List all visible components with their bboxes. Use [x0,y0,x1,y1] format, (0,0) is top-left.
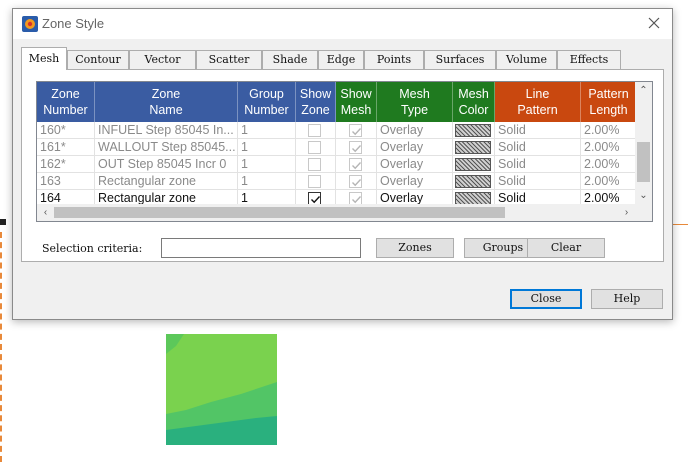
line-pattern-cell[interactable]: Solid [495,122,581,139]
table-row[interactable]: 162* OUT Step 85045 Incr 0 1 Overlay Solid 2.… [37,156,637,173]
pattern-length-cell[interactable]: 2.00% [581,139,637,156]
zone-grid: Zone Number Zone Name Group Number Show Zone… [36,81,653,222]
mesh-color-cell[interactable] [453,139,495,156]
group-number-cell[interactable]: 1 [238,122,296,139]
show-zone-checkbox[interactable] [308,124,321,137]
mesh-color-swatch[interactable] [455,124,491,137]
chevron-up-icon[interactable]: ⌃ [635,82,652,99]
tab-shade[interactable]: Shade [262,50,318,69]
mesh-color-cell[interactable] [453,122,495,139]
group-number-cell[interactable]: 1 [238,139,296,156]
mesh-color-swatch[interactable] [455,158,491,171]
show-mesh-cell[interactable] [336,139,377,156]
help-button[interactable]: Help [591,289,663,309]
pattern-length-cell[interactable]: 2.00% [581,156,637,173]
column-header-pattern-length[interactable]: Pattern Length [581,82,637,122]
column-header-mesh-color[interactable]: Mesh Color [453,82,495,122]
show-zone-checkbox[interactable] [308,158,321,171]
chevron-down-icon[interactable]: ⌄ [635,187,652,204]
zone-name-cell[interactable]: OUT Step 85045 Incr 0 [95,156,238,173]
show-mesh-checkbox[interactable] [349,124,362,137]
mesh-color-cell[interactable] [453,156,495,173]
tab-points[interactable]: Points [364,50,424,69]
group-number-cell[interactable]: 1 [238,173,296,190]
mesh-type-cell[interactable]: Overlay [377,139,453,156]
tab-vector[interactable]: Vector [129,50,196,69]
show-mesh-cell[interactable] [336,173,377,190]
mesh-color-swatch[interactable] [455,175,491,188]
title-bar: Zone Style [13,9,672,39]
zone-number-cell: 162* [37,156,95,173]
tab-contour[interactable]: Contour [67,50,129,69]
background-contour-plot [166,334,277,445]
table-row[interactable]: 163 Rectangular zone 1 Overlay Solid 2.00% [37,173,637,190]
show-zone-cell[interactable] [296,173,336,190]
mesh-type-cell[interactable]: Overlay [377,156,453,173]
background-marker [0,219,6,225]
mesh-color-swatch[interactable] [455,141,491,154]
zone-name-cell[interactable]: Rectangular zone [95,173,238,190]
close-button[interactable]: Close [510,289,582,309]
group-number-cell[interactable]: 1 [238,156,296,173]
tab-scatter[interactable]: Scatter [196,50,262,69]
column-header-line-pattern[interactable]: Line Pattern [495,82,581,122]
chevron-left-icon[interactable]: ‹ [37,204,54,221]
vertical-scrollbar[interactable]: ⌃ ⌄ [635,82,652,204]
show-zone-cell[interactable] [296,139,336,156]
show-zone-checkbox[interactable] [308,141,321,154]
mesh-tab-panel: Zone Number Zone Name Group Number Show Zone… [21,69,664,262]
table-row[interactable]: 160* INFUEL Step 85045 In... 1 Overlay Solid… [37,122,637,139]
line-pattern-cell[interactable]: Solid [495,156,581,173]
mesh-color-cell[interactable] [453,173,495,190]
show-mesh-checkbox[interactable] [349,141,362,154]
show-zone-checkbox[interactable] [308,175,321,188]
window-title: Zone Style [42,16,105,31]
show-mesh-checkbox[interactable] [349,175,362,188]
column-header-zone-number[interactable]: Zone Number [37,82,95,122]
zone-name-cell[interactable]: WALLOUT Step 85045... [95,139,238,156]
background-dashed-guide [0,232,2,462]
horizontal-scrollbar[interactable]: ‹ › [37,204,637,221]
horizontal-scroll-thumb[interactable] [54,207,505,218]
zone-number-cell: 163 [37,173,95,190]
column-header-zone-name[interactable]: Zone Name [95,82,238,122]
zones-button[interactable]: Zones [376,238,454,258]
mesh-type-cell[interactable]: Overlay [377,173,453,190]
line-pattern-cell[interactable]: Solid [495,173,581,190]
zone-style-dialog: Zone Style Mesh Contour Vector Scatter S… [12,8,673,320]
show-mesh-checkbox[interactable] [349,158,362,171]
show-mesh-cell[interactable] [336,156,377,173]
column-header-show-zone[interactable]: Show Zone [296,82,336,122]
tab-edge[interactable]: Edge [318,50,364,69]
table-row[interactable]: 161* WALLOUT Step 85045... 1 Overlay Solid 2.… [37,139,637,156]
chevron-right-icon[interactable]: › [618,204,635,221]
zone-number-cell: 160* [37,122,95,139]
tab-volume[interactable]: Volume [496,50,557,69]
tab-effects[interactable]: Effects [557,50,621,69]
vertical-scroll-thumb[interactable] [637,142,650,182]
show-zone-cell[interactable] [296,122,336,139]
app-logo-icon [22,16,38,32]
column-header-mesh-type[interactable]: Mesh Type [377,82,453,122]
pattern-length-cell[interactable]: 2.00% [581,173,637,190]
tab-surfaces[interactable]: Surfaces [424,50,496,69]
mesh-type-cell[interactable]: Overlay [377,122,453,139]
zone-name-cell[interactable]: INFUEL Step 85045 In... [95,122,238,139]
line-pattern-cell[interactable]: Solid [495,139,581,156]
column-header-show-mesh[interactable]: Show Mesh [336,82,377,122]
tab-mesh[interactable]: Mesh [21,47,67,70]
show-mesh-cell[interactable] [336,122,377,139]
show-zone-cell[interactable] [296,156,336,173]
pattern-length-cell[interactable]: 2.00% [581,122,637,139]
selection-criteria-input[interactable] [161,238,361,258]
close-icon[interactable] [644,13,664,33]
selection-criteria-label: Selection criteria: [42,242,143,255]
scroll-corner [635,204,652,221]
clear-button[interactable]: Clear [527,238,605,258]
column-header-group-number[interactable]: Group Number [238,82,296,122]
zone-number-cell: 161* [37,139,95,156]
